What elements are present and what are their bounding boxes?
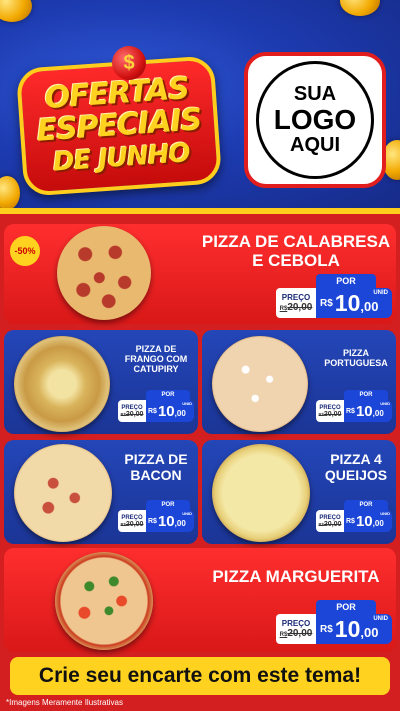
logo-circle: SUA LOGO AQUI [256, 61, 374, 179]
por-label: POR [146, 390, 190, 400]
price-tag: POR PREÇO R$20,00 R$ 10 ,00 UNID [118, 500, 196, 536]
pizza-image [212, 444, 310, 542]
preco-label-box: PREÇO R$20,00 [276, 288, 316, 318]
disclaimer-text: *Imagens Meramente Ilustrativas [6, 698, 123, 707]
por-label: POR [146, 500, 190, 510]
preco-label-box: PREÇO R$20,00 [118, 510, 146, 532]
preco-label-box: PREÇO R$20,00 [118, 400, 146, 422]
product-name: PIZZA DE FRANGO COM CATUPIRY [124, 344, 188, 375]
por-label: POR [316, 600, 376, 614]
price-tag: POR PREÇO R$20,00 R$ 10 ,00 UNID [316, 500, 394, 536]
new-price: R$ 10 ,00 UNID [316, 288, 392, 318]
pizza-image [212, 336, 308, 432]
coin-decoration [0, 176, 20, 210]
por-label: POR [344, 500, 388, 510]
coin-decoration [340, 0, 380, 16]
header-banner: OFERTAS ESPECIAIS DE JUNHO $ SUA LOGO AQ… [0, 0, 400, 215]
product-name: PIZZA DE CALABRESA E CEBOLA [201, 232, 391, 271]
old-price: R$20,00 [279, 302, 313, 313]
por-label: POR [344, 390, 388, 400]
new-price: R$ 10 ,00 UNID [146, 400, 194, 422]
price-tag: POR PREÇO R$20,00 R$ 10 ,00 UNID [316, 390, 394, 426]
new-price: R$ 10 ,00 UNID [344, 400, 392, 422]
create-flyer-button[interactable]: Crie seu encarte com este tema! [10, 657, 390, 695]
product-name: PIZZA 4 QUEIJOS [324, 451, 388, 483]
por-label: POR [316, 274, 376, 288]
logo-text-2: LOGO [273, 104, 357, 136]
pizza-image [57, 226, 151, 320]
logo-text-1: SUA [293, 83, 337, 106]
preco-label-box: PREÇO R$20,00 [316, 510, 344, 532]
pizza-image [14, 336, 110, 432]
dollar-icon: $ [112, 46, 146, 80]
product-name: PIZZA PORTUGUESA [324, 348, 388, 369]
logo-placeholder[interactable]: SUA LOGO AQUI [244, 52, 386, 188]
product-name: PIZZA DE BACON [124, 451, 188, 483]
preco-label-box: PREÇO R$20,00 [316, 400, 344, 422]
price-tag: POR PREÇO R$20,00 R$ 10 ,00 UNID [118, 390, 196, 426]
new-price: R$ 10 ,00 UNID [344, 510, 392, 532]
new-price: R$ 10 ,00 UNID [316, 614, 392, 644]
price-tag: POR PREÇO R$20,00 R$ 10 ,00 UNID [276, 600, 394, 648]
pizza-image [55, 552, 153, 650]
preco-label-box: PREÇO R$20,00 [276, 614, 316, 644]
price-tag: POR PREÇO R$20,00 R$ 10 ,00 UNID [276, 274, 394, 322]
new-price: R$ 10 ,00 UNID [146, 510, 194, 532]
preco-label: PREÇO [281, 293, 311, 302]
logo-text-3: AQUI [290, 133, 340, 156]
discount-badge: -50% [10, 236, 40, 266]
product-name: PIZZA MARGUERITA [212, 567, 380, 586]
pizza-image [14, 444, 112, 542]
coin-decoration [0, 0, 32, 22]
